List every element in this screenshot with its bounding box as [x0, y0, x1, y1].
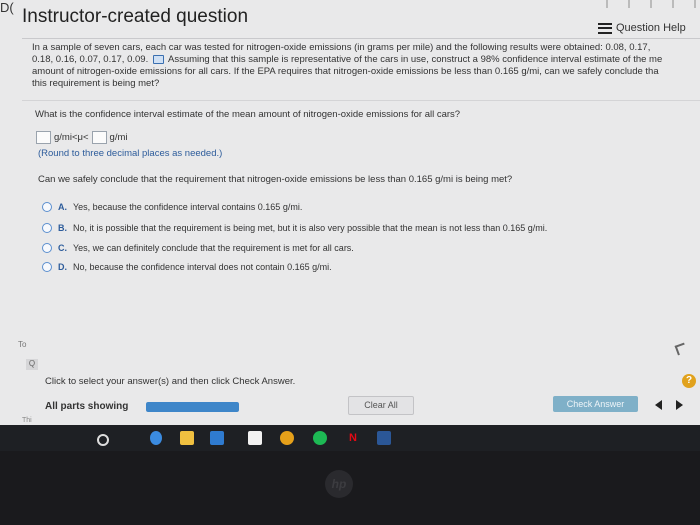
divider [22, 38, 700, 39]
next-part-icon[interactable] [676, 400, 683, 410]
word-icon[interactable] [377, 431, 391, 445]
problem-line-1: In a sample of seven cars, each car was … [32, 42, 651, 53]
rounding-hint: (Round to three decimal places as needed… [38, 148, 223, 159]
question-help-button[interactable]: Question Help [598, 20, 686, 36]
list-icon [598, 22, 612, 34]
interval-answer: g/mi<μ< g/mi [36, 131, 127, 144]
option-letter: D. [58, 262, 67, 272]
netflix-icon[interactable]: N [346, 431, 360, 445]
data-values: 0.18, 0.16, 0.07, 0.17, 0.09. [32, 54, 149, 65]
amazon-icon[interactable] [248, 431, 262, 445]
footer-fragment: Thi [22, 417, 32, 424]
radio-c[interactable] [42, 243, 52, 253]
option-text: No, it is possible that the requirement … [73, 223, 548, 233]
option-letter: A. [58, 202, 67, 212]
option-c[interactable]: C. Yes, we can definitely conclude that … [42, 243, 354, 253]
problem-line-2: 0.18, 0.16, 0.07, 0.17, 0.09. Assuming t… [32, 54, 700, 66]
tab-fragment[interactable]: D( [0, 0, 18, 20]
option-d[interactable]: D. No, because the confidence interval d… [42, 262, 332, 272]
screen: D( Instructor-created question Question … [0, 0, 700, 425]
radio-d[interactable] [42, 262, 52, 272]
data-table-icon[interactable] [152, 54, 164, 64]
interval-unit: g/mi [109, 132, 128, 143]
option-text: Yes, we can definitely conclude that the… [73, 243, 354, 253]
radio-b[interactable] [42, 223, 52, 233]
check-answer-button[interactable]: Check Answer [553, 396, 638, 412]
problem-line-2-rest: Assuming that this sample is representat… [167, 54, 663, 65]
parts-label: All parts showing [45, 401, 129, 412]
help-circle-icon[interactable]: ? [682, 374, 696, 388]
lower-bound-input[interactable] [36, 131, 51, 144]
footer-instruction: Click to select your answer(s) and then … [45, 376, 296, 387]
hp-logo: hp [325, 470, 353, 498]
interval-middle-text: g/mi<μ< [54, 132, 89, 143]
problem-line-4: this requirement is being met? [32, 78, 160, 89]
radio-a[interactable] [42, 202, 52, 212]
option-letter: C. [58, 243, 67, 253]
question-2-prompt: Can we safely conclude that the requirem… [38, 174, 513, 185]
previous-part-icon[interactable] [655, 400, 662, 410]
mouse-cursor-icon [674, 342, 688, 356]
option-text: Yes, because the confidence interval con… [73, 202, 303, 212]
upper-bound-input[interactable] [91, 131, 107, 144]
clear-all-button[interactable]: Clear All [348, 396, 414, 415]
parts-progress-bar [146, 402, 239, 412]
option-a[interactable]: A. Yes, because the confidence interval … [42, 202, 302, 212]
file-explorer-icon[interactable] [180, 431, 194, 445]
option-b[interactable]: B. No, it is possible that the requireme… [42, 223, 547, 233]
page-title: Instructor-created question [22, 6, 249, 27]
edge-icon[interactable] [150, 431, 162, 445]
option-letter: B. [58, 223, 67, 233]
question-1-prompt: What is the confidence interval estimate… [35, 109, 461, 120]
side-q-label[interactable]: Q [26, 359, 38, 370]
option-text: No, because the confidence interval does… [73, 262, 332, 272]
side-to-label: To [18, 340, 27, 349]
chrome-icon[interactable] [280, 431, 294, 445]
question-help-label: Question Help [616, 22, 686, 34]
spotify-icon[interactable] [313, 431, 327, 445]
start-icon[interactable] [97, 434, 109, 446]
problem-line-3: amount of nitrogen-oxide emissions for a… [32, 66, 659, 77]
store-icon[interactable] [210, 431, 224, 445]
progress-fill [146, 402, 239, 412]
top-decoration [606, 0, 696, 8]
problem-statement: In a sample of seven cars, each car was … [32, 42, 700, 90]
